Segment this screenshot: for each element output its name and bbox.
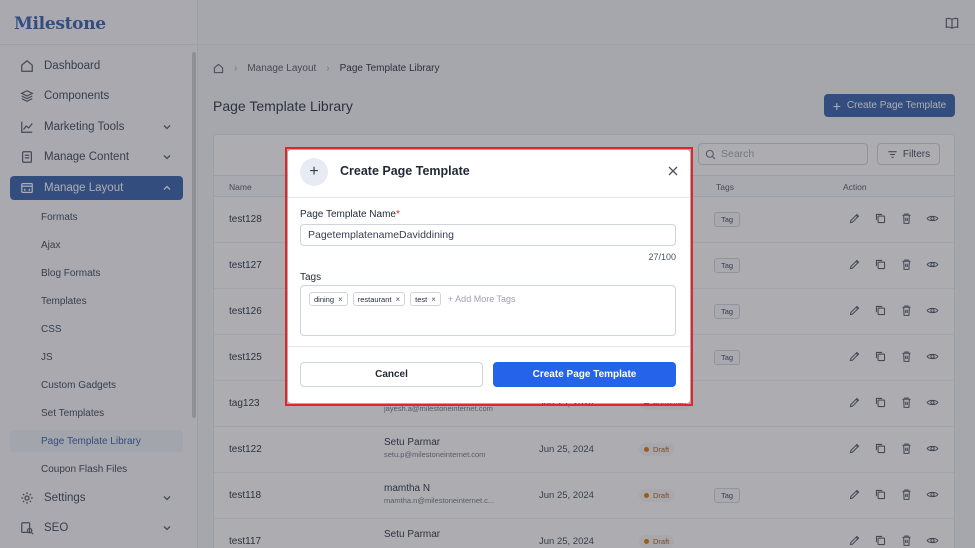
- tag-chip-label: test: [415, 294, 428, 304]
- tag-chip-restaurant: restaurant ×: [352, 292, 406, 306]
- close-icon[interactable]: [667, 165, 679, 177]
- tags-input[interactable]: dining × restaurant × test × + Add More Tag…: [300, 285, 676, 336]
- add-more-tags-placeholder[interactable]: + Add More Tags: [448, 294, 516, 304]
- plus-icon: +: [300, 158, 328, 186]
- tag-chips: dining × restaurant × test × + Add More Tag…: [309, 292, 516, 306]
- tag-chip-label: dining: [314, 294, 335, 304]
- character-counter: 27/100: [648, 252, 676, 262]
- required-mark: *: [395, 209, 400, 220]
- create-page-template-submit-button[interactable]: Create Page Template: [493, 362, 676, 387]
- template-name-input[interactable]: [300, 224, 676, 246]
- create-page-template-modal: + Create Page Template Page Template Nam…: [288, 150, 690, 403]
- close-icon[interactable]: ×: [395, 295, 400, 304]
- modal-title: Create Page Template: [340, 164, 470, 178]
- template-name-label-text: Page Template Name: [300, 209, 396, 220]
- tag-chip-dining: dining ×: [309, 292, 348, 306]
- tag-chip-test: test ×: [410, 292, 441, 306]
- tag-chip-label: restaurant: [357, 294, 392, 304]
- close-icon[interactable]: ×: [431, 295, 436, 304]
- divider: [288, 346, 690, 347]
- close-icon[interactable]: ×: [338, 295, 343, 304]
- divider: [288, 197, 690, 198]
- cancel-button[interactable]: Cancel: [300, 362, 483, 387]
- tags-label: Tags: [300, 272, 322, 283]
- template-name-label: Page Template Name*: [300, 209, 400, 220]
